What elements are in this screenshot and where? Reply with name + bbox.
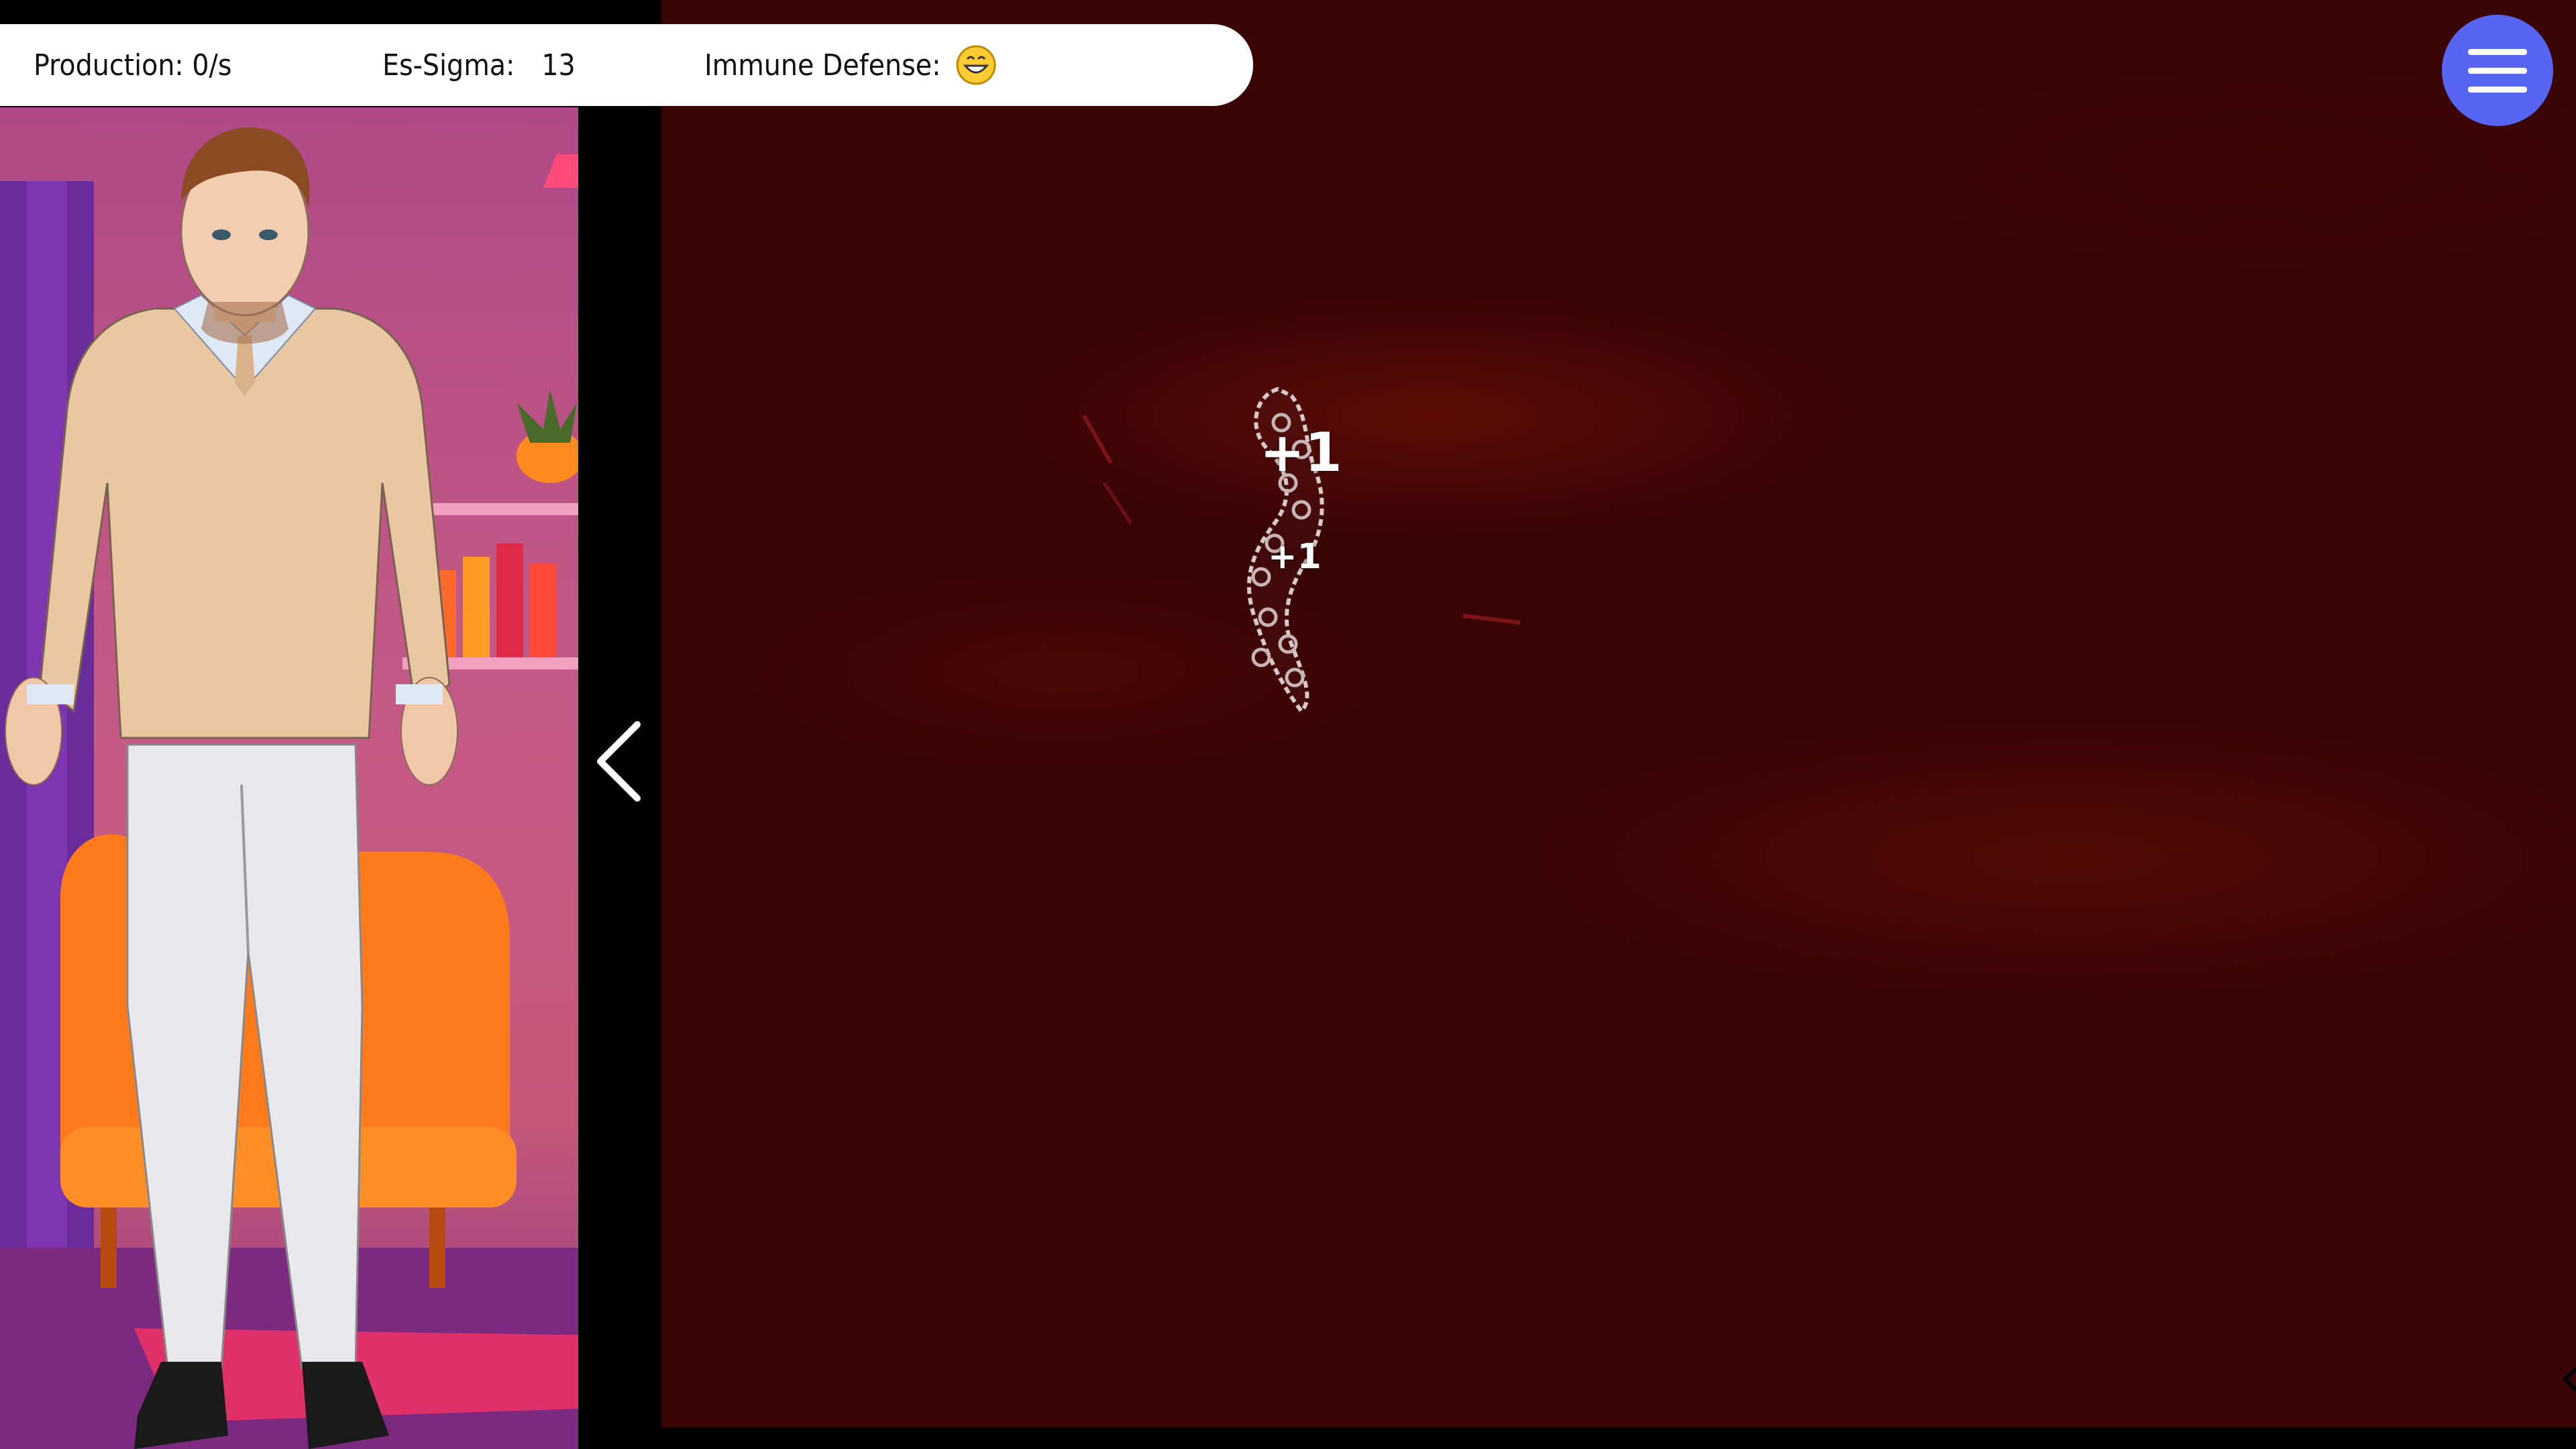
sigma-label: Es-Sigma:: [382, 48, 515, 83]
production-stat: Production: 0/s: [34, 48, 232, 83]
immune-defense-stat: Immune Defense:: [704, 24, 997, 106]
menu-button[interactable]: [2442, 15, 2553, 126]
game-field[interactable]: [661, 0, 2576, 1428]
sigma-value: 13: [541, 48, 576, 83]
immune-defense-label: Immune Defense:: [704, 48, 941, 83]
background-streaks: [1082, 415, 1521, 625]
grinning-face-icon: [955, 44, 997, 86]
click-gain-popup: +1: [1260, 421, 1342, 484]
stats-bar: Production: 0/s Es-Sigma: 13 Immune Defe…: [0, 24, 1253, 106]
hamburger-menu-icon: [2468, 49, 2527, 93]
avatar-panel: [0, 107, 578, 1449]
scroll-handle[interactable]: [2560, 1366, 2576, 1393]
click-gain-popup: +1: [1268, 537, 1322, 577]
character-avatar: [0, 127, 578, 1449]
chevron-left-icon[interactable]: [590, 718, 651, 805]
sigma-stat: Es-Sigma: 13: [382, 24, 576, 106]
